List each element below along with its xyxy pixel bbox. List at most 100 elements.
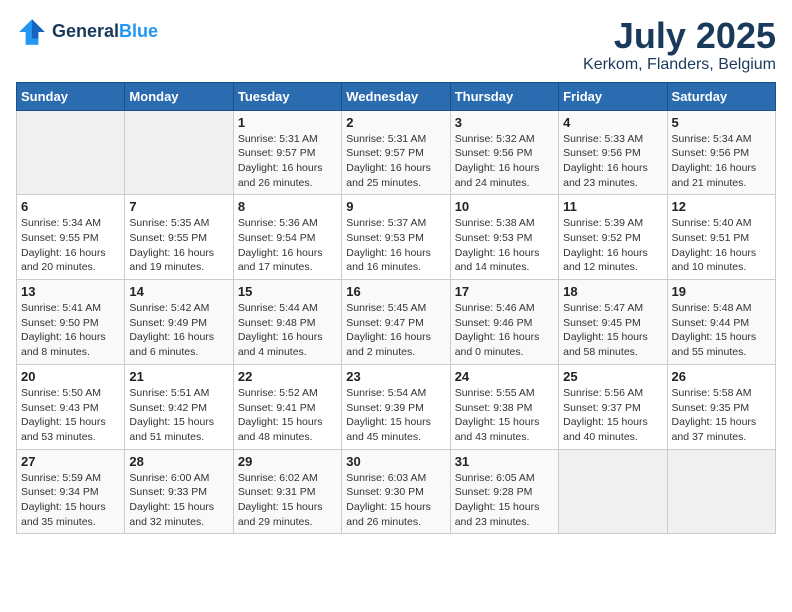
day-detail: Sunrise: 5:34 AM Sunset: 9:55 PM Dayligh… <box>21 216 120 275</box>
day-number: 27 <box>21 454 120 469</box>
calendar-table: SundayMondayTuesdayWednesdayThursdayFrid… <box>16 82 776 535</box>
calendar-cell: 26Sunrise: 5:58 AM Sunset: 9:35 PM Dayli… <box>667 364 775 449</box>
day-number: 28 <box>129 454 228 469</box>
day-detail: Sunrise: 5:47 AM Sunset: 9:45 PM Dayligh… <box>563 301 662 360</box>
day-number: 13 <box>21 284 120 299</box>
calendar-cell <box>559 449 667 534</box>
title-block: July 2025 Kerkom, Flanders, Belgium <box>583 16 776 74</box>
day-detail: Sunrise: 5:41 AM Sunset: 9:50 PM Dayligh… <box>21 301 120 360</box>
day-detail: Sunrise: 5:55 AM Sunset: 9:38 PM Dayligh… <box>455 386 554 445</box>
day-number: 7 <box>129 199 228 214</box>
day-number: 21 <box>129 369 228 384</box>
calendar-cell: 14Sunrise: 5:42 AM Sunset: 9:49 PM Dayli… <box>125 280 233 365</box>
day-number: 22 <box>238 369 337 384</box>
day-number: 19 <box>672 284 771 299</box>
calendar-cell: 6 Sunrise: 5:34 AM Sunset: 9:55 PM Daylig… <box>17 195 125 280</box>
calendar-week-2: 6 Sunrise: 5:34 AM Sunset: 9:55 PM Daylig… <box>17 195 776 280</box>
month-year: July 2025 <box>583 16 776 56</box>
header-day-friday: Friday <box>559 82 667 110</box>
calendar-cell: 7 Sunrise: 5:35 AM Sunset: 9:55 PM Daylig… <box>125 195 233 280</box>
calendar-cell <box>667 449 775 534</box>
day-number: 8 <box>238 199 337 214</box>
calendar-header: SundayMondayTuesdayWednesdayThursdayFrid… <box>17 82 776 110</box>
header-day-thursday: Thursday <box>450 82 558 110</box>
calendar-week-1: 1 Sunrise: 5:31 AM Sunset: 9:57 PM Daylig… <box>17 110 776 195</box>
day-number: 23 <box>346 369 445 384</box>
day-number: 9 <box>346 199 445 214</box>
calendar-cell: 18 Sunrise: 5:47 AM Sunset: 9:45 PM Dayli… <box>559 280 667 365</box>
day-number: 1 <box>238 115 337 130</box>
day-number: 10 <box>455 199 554 214</box>
calendar-cell: 15 Sunrise: 5:44 AM Sunset: 9:48 PM Dayli… <box>233 280 341 365</box>
calendar-cell: 13 Sunrise: 5:41 AM Sunset: 9:50 PM Dayli… <box>17 280 125 365</box>
logo: GeneralBlue <box>16 16 158 48</box>
calendar-cell: 8 Sunrise: 5:36 AM Sunset: 9:54 PM Daylig… <box>233 195 341 280</box>
calendar-week-4: 20Sunrise: 5:50 AM Sunset: 9:43 PM Dayli… <box>17 364 776 449</box>
day-number: 15 <box>238 284 337 299</box>
day-detail: Sunrise: 5:33 AM Sunset: 9:56 PM Dayligh… <box>563 132 662 191</box>
calendar-cell: 19 Sunrise: 5:48 AM Sunset: 9:44 PM Dayli… <box>667 280 775 365</box>
calendar-cell: 11Sunrise: 5:39 AM Sunset: 9:52 PM Dayli… <box>559 195 667 280</box>
calendar-cell: 25 Sunrise: 5:56 AM Sunset: 9:37 PM Dayli… <box>559 364 667 449</box>
day-detail: Sunrise: 6:03 AM Sunset: 9:30 PM Dayligh… <box>346 471 445 530</box>
day-number: 14 <box>129 284 228 299</box>
day-detail: Sunrise: 5:51 AM Sunset: 9:42 PM Dayligh… <box>129 386 228 445</box>
calendar-cell: 16 Sunrise: 5:45 AM Sunset: 9:47 PM Dayli… <box>342 280 450 365</box>
day-number: 2 <box>346 115 445 130</box>
location: Kerkom, Flanders, Belgium <box>583 56 776 74</box>
day-detail: Sunrise: 5:37 AM Sunset: 9:53 PM Dayligh… <box>346 216 445 275</box>
day-detail: Sunrise: 5:45 AM Sunset: 9:47 PM Dayligh… <box>346 301 445 360</box>
calendar-cell: 12 Sunrise: 5:40 AM Sunset: 9:51 PM Dayli… <box>667 195 775 280</box>
day-number: 26 <box>672 369 771 384</box>
day-number: 6 <box>21 199 120 214</box>
day-detail: Sunrise: 5:36 AM Sunset: 9:54 PM Dayligh… <box>238 216 337 275</box>
day-number: 25 <box>563 369 662 384</box>
header-day-wednesday: Wednesday <box>342 82 450 110</box>
day-detail: Sunrise: 5:31 AM Sunset: 9:57 PM Dayligh… <box>238 132 337 191</box>
calendar-cell: 30Sunrise: 6:03 AM Sunset: 9:30 PM Dayli… <box>342 449 450 534</box>
day-number: 18 <box>563 284 662 299</box>
day-detail: Sunrise: 5:56 AM Sunset: 9:37 PM Dayligh… <box>563 386 662 445</box>
day-number: 5 <box>672 115 771 130</box>
calendar-body: 1 Sunrise: 5:31 AM Sunset: 9:57 PM Daylig… <box>17 110 776 534</box>
logo-text: GeneralBlue <box>52 22 158 42</box>
calendar-cell <box>17 110 125 195</box>
day-number: 4 <box>563 115 662 130</box>
day-number: 11 <box>563 199 662 214</box>
day-number: 3 <box>455 115 554 130</box>
day-number: 17 <box>455 284 554 299</box>
calendar-cell: 20Sunrise: 5:50 AM Sunset: 9:43 PM Dayli… <box>17 364 125 449</box>
calendar-cell: 5 Sunrise: 5:34 AM Sunset: 9:56 PM Daylig… <box>667 110 775 195</box>
day-detail: Sunrise: 5:46 AM Sunset: 9:46 PM Dayligh… <box>455 301 554 360</box>
calendar-cell: 24Sunrise: 5:55 AM Sunset: 9:38 PM Dayli… <box>450 364 558 449</box>
calendar-cell: 1 Sunrise: 5:31 AM Sunset: 9:57 PM Daylig… <box>233 110 341 195</box>
day-detail: Sunrise: 5:40 AM Sunset: 9:51 PM Dayligh… <box>672 216 771 275</box>
calendar-cell: 29 Sunrise: 6:02 AM Sunset: 9:31 PM Dayli… <box>233 449 341 534</box>
day-number: 20 <box>21 369 120 384</box>
day-detail: Sunrise: 5:35 AM Sunset: 9:55 PM Dayligh… <box>129 216 228 275</box>
header-day-sunday: Sunday <box>17 82 125 110</box>
header-day-saturday: Saturday <box>667 82 775 110</box>
logo-icon <box>16 16 48 48</box>
calendar-cell: 22Sunrise: 5:52 AM Sunset: 9:41 PM Dayli… <box>233 364 341 449</box>
day-detail: Sunrise: 6:05 AM Sunset: 9:28 PM Dayligh… <box>455 471 554 530</box>
calendar-cell: 10 Sunrise: 5:38 AM Sunset: 9:53 PM Dayli… <box>450 195 558 280</box>
calendar-cell: 4 Sunrise: 5:33 AM Sunset: 9:56 PM Daylig… <box>559 110 667 195</box>
header-day-monday: Monday <box>125 82 233 110</box>
day-detail: Sunrise: 5:32 AM Sunset: 9:56 PM Dayligh… <box>455 132 554 191</box>
calendar-cell: 17 Sunrise: 5:46 AM Sunset: 9:46 PM Dayli… <box>450 280 558 365</box>
calendar-cell: 21 Sunrise: 5:51 AM Sunset: 9:42 PM Dayli… <box>125 364 233 449</box>
day-detail: Sunrise: 5:48 AM Sunset: 9:44 PM Dayligh… <box>672 301 771 360</box>
day-detail: Sunrise: 6:02 AM Sunset: 9:31 PM Dayligh… <box>238 471 337 530</box>
day-detail: Sunrise: 6:00 AM Sunset: 9:33 PM Dayligh… <box>129 471 228 530</box>
day-number: 16 <box>346 284 445 299</box>
calendar-cell: 9 Sunrise: 5:37 AM Sunset: 9:53 PM Daylig… <box>342 195 450 280</box>
calendar-cell: 2Sunrise: 5:31 AM Sunset: 9:57 PM Daylig… <box>342 110 450 195</box>
day-number: 29 <box>238 454 337 469</box>
calendar-cell: 23Sunrise: 5:54 AM Sunset: 9:39 PM Dayli… <box>342 364 450 449</box>
day-number: 12 <box>672 199 771 214</box>
calendar-cell <box>125 110 233 195</box>
day-detail: Sunrise: 5:38 AM Sunset: 9:53 PM Dayligh… <box>455 216 554 275</box>
day-detail: Sunrise: 5:34 AM Sunset: 9:56 PM Dayligh… <box>672 132 771 191</box>
day-detail: Sunrise: 5:44 AM Sunset: 9:48 PM Dayligh… <box>238 301 337 360</box>
